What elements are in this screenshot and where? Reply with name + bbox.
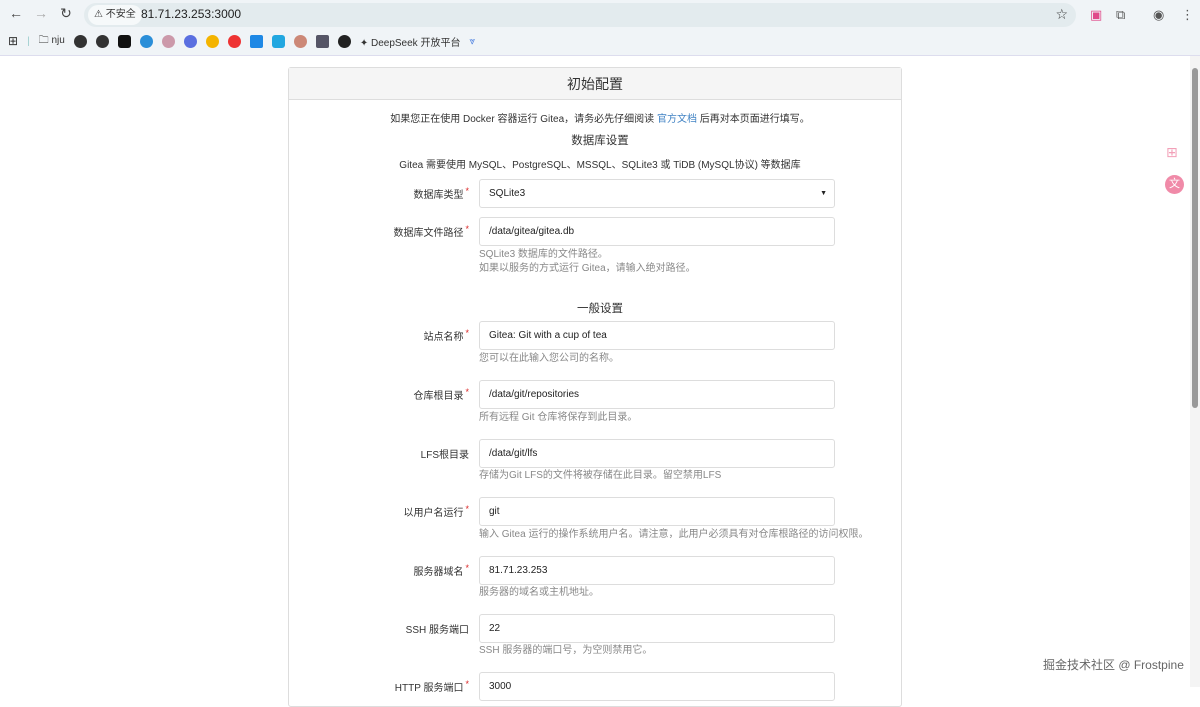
browser-chrome: ← → ↻ ⚠ 不安全 81.71.23.253:3000 ☆ ▣ ⧉ ◉ ⋮ … [0,0,1200,56]
domain-input[interactable]: 81.71.23.253 [479,556,835,585]
forward-icon[interactable]: → [31,5,51,21]
repo-root-input[interactable]: /data/git/repositories [479,380,835,409]
translate-icon[interactable]: 文 [1165,175,1184,194]
bookmark-icon[interactable] [161,34,175,48]
bookmark-icon[interactable] [183,34,197,48]
db-type-select[interactable]: SQLite3 ▼ [479,179,835,208]
db-path-label: 数据库文件路径 * [393,224,469,239]
ssh-port-help: SSH 服务器的端口号，为空则禁用它。 [479,645,653,656]
chrome-icon[interactable] [205,34,219,48]
code-icon[interactable] [249,34,263,48]
repo-root-help: 所有远程 Git 仓库将保存到此目录。 [479,412,638,423]
lfs-root-help: 存储为Git LFS的文件将被存储在此目录。留空禁用LFS [479,470,722,481]
globe-icon[interactable] [95,34,109,48]
t-icon[interactable] [315,34,329,48]
back-icon[interactable]: ← [6,5,26,21]
tiktok-icon[interactable] [117,34,131,48]
db-path-input[interactable]: /data/gitea/gitea.db [479,217,835,246]
site-name-help: 您可以在此输入您公司的名称。 [479,353,619,364]
run-user-label: 以用户名运行 * [403,504,469,519]
site-name-label: 站点名称 * [423,328,469,343]
page-title: 初始配置 [289,68,901,100]
db-section-title: 数据库设置 [571,135,629,147]
apps-icon[interactable]: ⊞ [8,34,18,48]
bookmark-folder-nju[interactable]: 🗀 nju [39,33,65,50]
docs-link[interactable]: 官方文档 [657,114,697,125]
extension-icon[interactable]: ▣ [1090,7,1102,23]
sidebar-apps-icon[interactable]: ⊞ [1166,144,1178,161]
domain-label: 服务器域名 * [413,563,469,578]
url-text[interactable]: 81.71.23.253:3000 [141,7,241,21]
security-indicator[interactable]: ⚠ 不安全 [88,5,142,25]
ssh-port-label: SSH 服务端口 [405,625,469,636]
ssh-port-input[interactable]: 22 [479,614,835,643]
bookmark-icon[interactable] [139,34,153,48]
g-icon[interactable] [227,34,241,48]
dropdown-icon: ▼ [820,190,827,197]
site-name-input[interactable]: Gitea: Git with a cup of tea [479,321,835,350]
bilibili-icon[interactable] [271,34,285,48]
lfs-root-label: LFS根目录 [420,450,469,461]
bookmark-deepseek[interactable]: ✦ DeepSeek 开放平台 [360,34,461,49]
run-user-input[interactable]: git [479,497,835,526]
address-bar[interactable]: ⚠ 不安全 81.71.23.253:3000 ☆ [84,3,1076,27]
globe-icon[interactable] [73,34,87,48]
general-section-title: 一般设置 [577,303,623,315]
bookmark-icon[interactable] [293,34,307,48]
db-note: Gitea 需要使用 MySQL、PostgreSQL、MSSQL、SQLite… [399,160,801,171]
bookmark-icon[interactable]: ⩔ [469,36,475,47]
domain-help: 服务器的域名或主机地址。 [479,587,599,598]
scrollbar[interactable] [1190,56,1200,687]
reload-icon[interactable]: ↻ [56,5,76,22]
watermark: 掘金技术社区 @ Frostpine [1043,658,1184,672]
run-user-help: 输入 Gitea 运行的操作系统用户名。请注意，此用户必须具有对仓库根路径的访问… [479,529,869,540]
repo-root-label: 仓库根目录 * [413,387,469,402]
db-path-help: SQLite3 数据库的文件路径。 如果以服务的方式运行 Gitea，请输入绝对路… [479,249,696,274]
extensions-puzzle-icon[interactable]: ⧉ [1116,7,1125,23]
menu-icon[interactable]: ⋮ [1181,7,1194,23]
scrollbar-thumb[interactable] [1192,68,1198,408]
bookmarks-bar: ⊞ | 🗀 nju ✦ DeepSeek 开放平台 ⩔ [8,33,476,50]
github-icon[interactable] [337,34,351,48]
lfs-root-input[interactable]: /data/git/lfs [479,439,835,468]
docker-notice: 如果您正在使用 Docker 容器运行 Gitea，请务必先仔细阅读 官方文档 … [390,114,810,125]
db-type-label: 数据库类型 * [413,186,469,201]
star-icon[interactable]: ☆ [1055,6,1068,23]
profile-icon[interactable]: ◉ [1153,7,1164,23]
